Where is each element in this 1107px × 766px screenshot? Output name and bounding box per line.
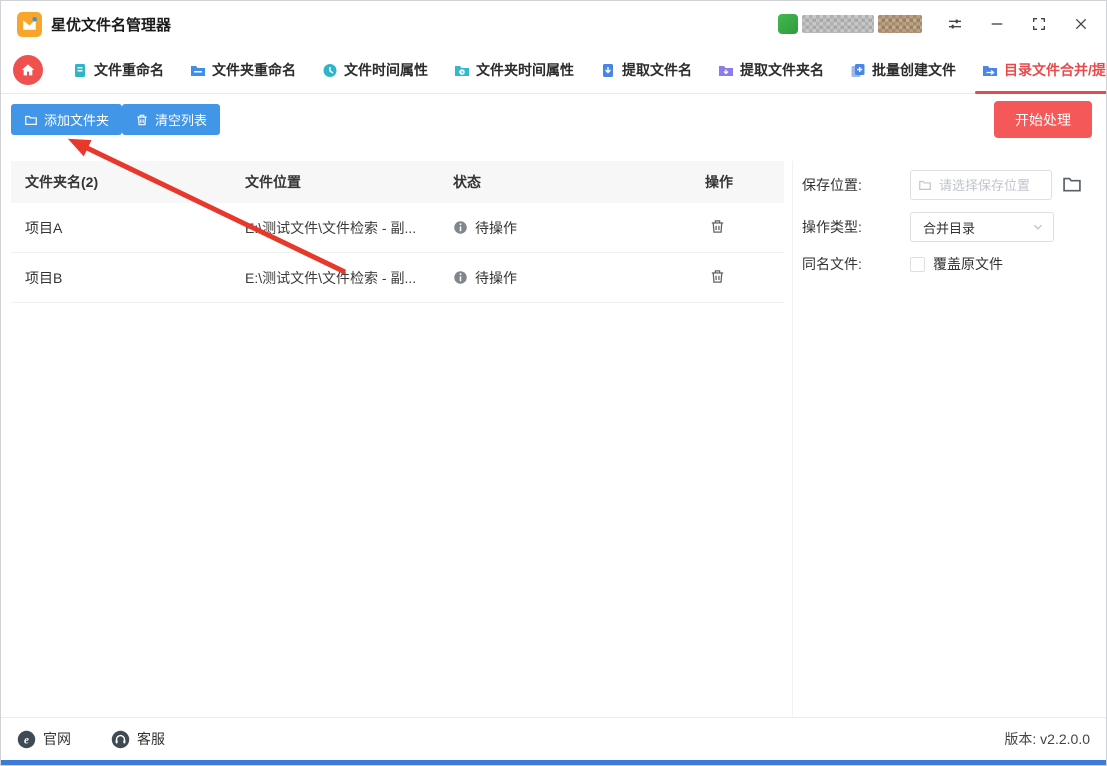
- maximize-button[interactable]: [1030, 15, 1048, 33]
- overwrite-checkbox[interactable]: 覆盖原文件: [910, 254, 1003, 274]
- app-title: 星优文件名管理器: [51, 16, 172, 34]
- folder-open-icon: [1063, 177, 1081, 191]
- tab-file-rename[interactable]: 文件重命名: [59, 47, 177, 93]
- add-folder-label: 添加文件夹: [44, 113, 110, 128]
- tab-label: 提取文件名: [622, 62, 692, 78]
- header-folder-name: 文件夹名(2): [25, 174, 99, 190]
- bottom-accent-strip: [1, 760, 1106, 765]
- table-header-row: 文件夹名(2) 文件位置 状态 操作: [11, 161, 784, 203]
- same-name-label: 同名文件:: [802, 256, 862, 272]
- trash-icon: [137, 114, 147, 125]
- operation-type-value: 合并目录: [923, 220, 976, 236]
- tabbar: 文件重命名 文件夹重命名 文件时间属性 文件夹时间属性 提取文件名 提取文件夹名…: [1, 47, 1106, 94]
- tab-label: 提取文件夹名: [740, 62, 824, 78]
- redacted-badge: [878, 15, 922, 33]
- start-processing-label: 开始处理: [1015, 111, 1071, 128]
- settings-panel: 保存位置: 操作类型: 合并目录 同名文件:: [792, 161, 1106, 717]
- cell-location: E:\测试文件\文件检索 - 副...: [245, 219, 417, 236]
- file-rename-icon: [72, 63, 88, 78]
- folder-time-icon: [454, 63, 470, 78]
- tab-extract-foldername[interactable]: 提取文件夹名: [705, 47, 837, 93]
- user-avatar: [778, 14, 798, 34]
- tab-label: 文件重命名: [94, 62, 164, 78]
- folder-icon: [25, 115, 37, 125]
- clear-list-button[interactable]: 清空列表: [122, 104, 221, 135]
- home-button[interactable]: [13, 55, 43, 85]
- minimize-button[interactable]: [988, 15, 1006, 33]
- clear-list-label: 清空列表: [155, 113, 208, 128]
- browse-folder-button[interactable]: [1061, 174, 1083, 197]
- delete-row-button[interactable]: [705, 216, 729, 240]
- home-icon: [21, 64, 35, 76]
- tab-folder-time[interactable]: 文件夹时间属性: [441, 47, 587, 93]
- extract-foldername-icon: [718, 63, 734, 78]
- same-name-row: 同名文件: 覆盖原文件: [802, 254, 1106, 274]
- extract-filename-icon: [600, 63, 616, 78]
- tab-label: 文件夹时间属性: [476, 62, 574, 78]
- file-time-icon: [322, 63, 338, 78]
- header-action: 操作: [705, 174, 733, 190]
- tab-label: 目录文件合并/提取: [1004, 62, 1106, 78]
- merge-extract-icon: [982, 63, 998, 78]
- cell-folder-name: 项目A: [25, 219, 63, 236]
- status-text: 待操作: [475, 219, 517, 236]
- tab-extract-filename[interactable]: 提取文件名: [587, 47, 705, 93]
- operation-type-select[interactable]: 合并目录: [910, 212, 1054, 242]
- cell-folder-name: 项目B: [25, 269, 63, 286]
- status-text: 待操作: [475, 269, 517, 286]
- info-icon: [454, 221, 467, 234]
- folder-table: 文件夹名(2) 文件位置 状态 操作 项目A E:\测试文件\文件检索 - 副.…: [11, 161, 784, 303]
- app-window: 星优文件名管理器 文件重命名 文件夹重命名 文件时间属性 文件夹时间属性 提取文…: [0, 0, 1107, 766]
- titlebar: 星优文件名管理器: [1, 1, 1106, 47]
- header-status: 状态: [453, 174, 481, 190]
- table-row: 项目A E:\测试文件\文件检索 - 副... 待操作: [11, 203, 784, 253]
- folder-rename-icon: [190, 63, 206, 78]
- toolbar: 添加文件夹 清空列表 开始处理: [1, 95, 1106, 149]
- tab-list: 文件重命名 文件夹重命名 文件时间属性 文件夹时间属性 提取文件名 提取文件夹名…: [59, 47, 1106, 94]
- trash-icon: [711, 219, 723, 233]
- folder-icon: [919, 180, 931, 190]
- overwrite-checkbox-input[interactable]: [910, 256, 925, 272]
- tab-batch-create[interactable]: 批量创建文件: [837, 47, 969, 93]
- settings-sliders-icon[interactable]: [946, 15, 964, 33]
- table-row: 项目B E:\测试文件\文件检索 - 副... 待操作: [11, 253, 784, 303]
- app-logo-icon: [17, 11, 42, 37]
- cell-status: 待操作: [453, 218, 705, 238]
- cell-location: E:\测试文件\文件检索 - 副...: [245, 269, 417, 286]
- header-location: 文件位置: [245, 174, 301, 190]
- close-button[interactable]: [1072, 15, 1090, 33]
- operation-type-label: 操作类型:: [802, 219, 862, 235]
- tab-folder-rename[interactable]: 文件夹重命名: [177, 47, 309, 93]
- trash-icon: [711, 269, 723, 283]
- cell-status: 待操作: [453, 268, 705, 288]
- add-folder-button[interactable]: 添加文件夹: [11, 104, 123, 135]
- batch-create-icon: [850, 63, 866, 78]
- tab-label: 文件夹重命名: [212, 62, 296, 78]
- official-site-link[interactable]: e 官网: [17, 729, 71, 749]
- operation-type-row: 操作类型: 合并目录: [802, 212, 1106, 242]
- start-processing-button[interactable]: 开始处理: [994, 101, 1092, 138]
- footer: e 官网 客服 版本: v2.2.0.0: [1, 717, 1106, 760]
- overwrite-option-label: 覆盖原文件: [933, 256, 1003, 272]
- tab-label: 批量创建文件: [872, 62, 956, 78]
- tab-merge-extract[interactable]: 目录文件合并/提取: [969, 47, 1106, 94]
- tab-label: 文件时间属性: [344, 62, 428, 78]
- tab-file-time[interactable]: 文件时间属性: [309, 47, 441, 93]
- version-label: 版本: v2.2.0.0: [1004, 731, 1090, 747]
- redacted-username: [802, 15, 874, 33]
- info-icon: [454, 271, 467, 284]
- official-site-label: 官网: [43, 731, 71, 747]
- save-location-field: [910, 170, 1052, 200]
- save-location-label: 保存位置:: [802, 177, 862, 193]
- save-location-row: 保存位置:: [802, 170, 1106, 200]
- headset-icon: [111, 730, 130, 748]
- svg-text:e: e: [24, 734, 29, 746]
- support-label: 客服: [137, 731, 165, 747]
- globe-icon: e: [17, 730, 36, 748]
- user-account-redacted[interactable]: [778, 14, 922, 34]
- chevron-down-icon: [1034, 224, 1042, 230]
- delete-row-button[interactable]: [705, 266, 729, 290]
- support-link[interactable]: 客服: [111, 729, 165, 749]
